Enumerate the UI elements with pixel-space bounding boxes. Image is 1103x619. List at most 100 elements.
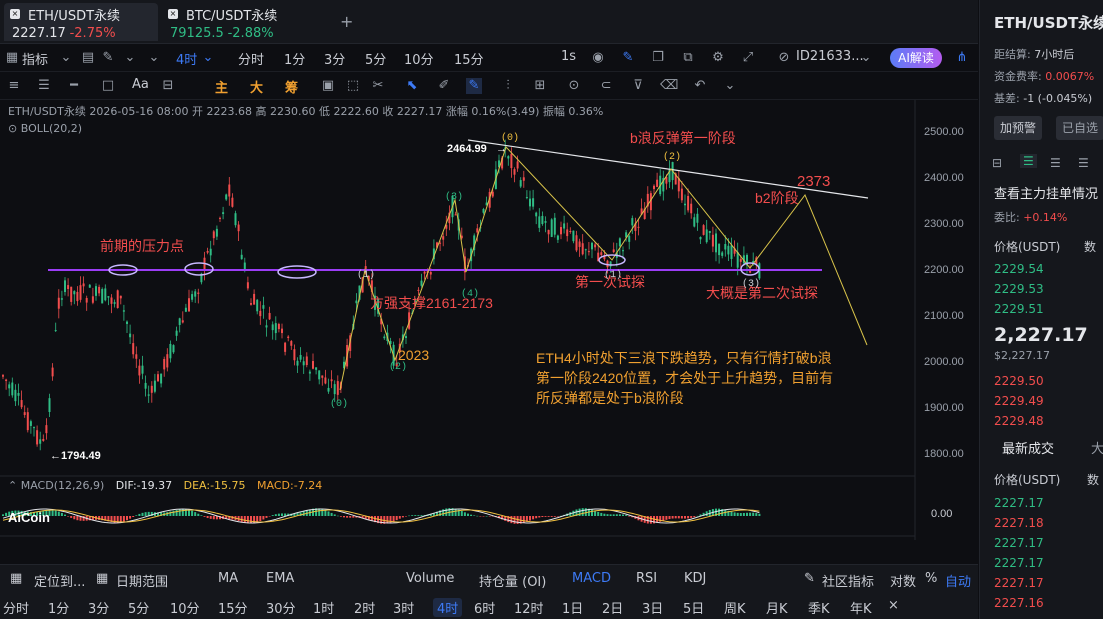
interval-option[interactable]: 12时 bbox=[514, 598, 544, 617]
interval-1s[interactable]: 1s bbox=[561, 49, 576, 64]
draw-icon[interactable]: ✎ bbox=[100, 50, 116, 66]
interval-10m[interactable]: 10分 bbox=[404, 49, 434, 68]
community-indicator-button[interactable]: 社区指标 bbox=[822, 571, 874, 590]
interval-option[interactable]: 1日 bbox=[562, 598, 583, 617]
interval-option[interactable]: 1时 bbox=[313, 598, 334, 617]
pencil-icon[interactable]: ✐ bbox=[436, 78, 452, 94]
percent-scale-toggle[interactable]: % bbox=[925, 571, 937, 586]
orderbook-mode-icon[interactable]: ☰ bbox=[1050, 156, 1061, 170]
account-selector[interactable]: ID21633... bbox=[796, 49, 864, 64]
orderbook-mode-icon[interactable]: ☰ bbox=[1078, 156, 1089, 170]
cursor-icon[interactable]: ⬉ bbox=[404, 78, 420, 94]
interval-option[interactable]: 15分 bbox=[218, 598, 248, 617]
trade-row[interactable]: 2227.16 bbox=[994, 596, 1044, 610]
interval-option[interactable]: 5分 bbox=[128, 598, 149, 617]
trade-row[interactable]: 2227.17 bbox=[994, 536, 1044, 550]
indicator-ma[interactable]: MA bbox=[218, 571, 238, 586]
brush-icon[interactable]: ✎ bbox=[466, 78, 482, 94]
link-icon[interactable]: ⊘ bbox=[776, 50, 792, 66]
interval-option[interactable]: 月K bbox=[766, 598, 788, 617]
tool-icon[interactable]: ⬚ bbox=[345, 78, 361, 94]
share-icon[interactable]: ⋔ bbox=[954, 50, 970, 66]
orderbook-row[interactable]: 2229.50 bbox=[994, 374, 1044, 388]
interval-tick[interactable]: 分时 bbox=[238, 49, 264, 68]
edit-icon[interactable]: ✎ bbox=[804, 571, 815, 586]
interval-option[interactable]: 分时 bbox=[3, 598, 29, 617]
trade-row[interactable]: 2227.17 bbox=[994, 576, 1044, 590]
copy-icon[interactable]: ❐ bbox=[650, 50, 666, 66]
indicator-ema[interactable]: EMA bbox=[266, 571, 294, 586]
orderbook-mode-icon[interactable]: ⊟ bbox=[992, 156, 1002, 170]
indicator-oi[interactable]: 持仓量 (OI) bbox=[479, 571, 546, 590]
indicator-macd[interactable]: MACD bbox=[572, 571, 611, 586]
camera-icon[interactable]: ◉ bbox=[590, 50, 606, 66]
interval-option[interactable]: 周K bbox=[724, 598, 746, 617]
chevron-down-icon[interactable]: ⌄ bbox=[122, 50, 138, 66]
candles-icon[interactable]: ⫶ bbox=[500, 78, 516, 94]
interval-4h-selector[interactable]: 4时 bbox=[176, 49, 197, 68]
orderbook-title[interactable]: 查看主力挂单情况 bbox=[994, 183, 1098, 202]
rectangle-icon[interactable]: □ bbox=[100, 78, 116, 94]
add-alert-button[interactable]: 加预警 bbox=[994, 116, 1042, 140]
indicator-kdj[interactable]: KDJ bbox=[684, 571, 706, 586]
chevron-down-icon[interactable]: ⌄ bbox=[858, 50, 874, 66]
trades-tab-alt[interactable]: 大 bbox=[1091, 438, 1103, 457]
interval-15m[interactable]: 15分 bbox=[454, 49, 484, 68]
orderbook-row[interactable]: 2229.49 bbox=[994, 394, 1044, 408]
big-order-toggle[interactable]: 大 bbox=[250, 77, 263, 96]
ruler-icon[interactable]: ⊟ bbox=[160, 78, 176, 94]
interval-option[interactable]: 30分 bbox=[266, 598, 296, 617]
interval-option[interactable]: 5日 bbox=[683, 598, 704, 617]
candlestick-chart[interactable]: 2500.00 2400.00 2300.00 2200.00 2100.00 2000.… bbox=[0, 100, 978, 540]
trade-row[interactable]: 2227.18 bbox=[994, 516, 1044, 530]
boll-indicator-label[interactable]: ⊙ BOLL(20,2) bbox=[8, 122, 82, 135]
filter-icon[interactable]: ⊽ bbox=[630, 78, 646, 94]
interval-5m[interactable]: 5分 bbox=[365, 49, 386, 68]
calendar-icon[interactable]: ▦ bbox=[96, 571, 108, 586]
indicator-rsi[interactable]: RSI bbox=[636, 571, 657, 586]
interval-option[interactable]: 3时 bbox=[393, 598, 414, 617]
chevron-down-icon[interactable]: ⌄ bbox=[200, 50, 216, 66]
lock-icon[interactable]: ⊞ bbox=[532, 78, 548, 94]
interval-option[interactable]: 4时 bbox=[433, 598, 463, 617]
orderbook-row[interactable]: 2229.53 bbox=[994, 282, 1044, 296]
hide-icon[interactable]: ⊙ bbox=[566, 78, 582, 94]
pen-icon[interactable]: ✎ bbox=[620, 50, 636, 66]
interval-option[interactable]: 6时 bbox=[474, 598, 495, 617]
layers-icon[interactable]: ⧉ bbox=[680, 50, 696, 66]
tab-btc[interactable]: × BTC/USDT永续 79125.5 -2.88% bbox=[162, 3, 332, 41]
indicator-volume[interactable]: Volume bbox=[406, 571, 454, 586]
date-range-button[interactable]: 日期范围 bbox=[116, 571, 168, 590]
lines-icon[interactable]: ☰ bbox=[36, 78, 52, 94]
undo-icon[interactable]: ↶ bbox=[692, 78, 708, 94]
indicator-button[interactable]: 指标 bbox=[22, 49, 48, 68]
macd-indicator-label[interactable]: ⌃ MACD(12,26,9) DIF:-19.37 DEA:-15.75 MA… bbox=[8, 479, 322, 492]
interval-3m[interactable]: 3分 bbox=[324, 49, 345, 68]
chip-toggle[interactable]: 筹 bbox=[285, 77, 298, 96]
hamburger-icon[interactable]: ≡ bbox=[6, 78, 22, 94]
expand-icon[interactable]: ⤢ bbox=[740, 50, 756, 66]
tab-eth[interactable]: × ETH/USDT永续 2227.17 -2.75% bbox=[4, 3, 158, 41]
favorite-button[interactable]: 已自选 bbox=[1056, 116, 1103, 140]
text-tool[interactable]: Aa bbox=[132, 77, 149, 92]
log-scale-toggle[interactable]: 对数 bbox=[890, 571, 916, 590]
gear-icon[interactable]: ⚙ bbox=[710, 50, 726, 66]
orderbook-row[interactable]: 2229.54 bbox=[994, 262, 1044, 276]
orderbook-mode-icon[interactable]: ☰ bbox=[1020, 154, 1037, 168]
auto-scale-toggle[interactable]: 自动 bbox=[945, 571, 971, 590]
grid-icon[interactable]: ▦ bbox=[4, 50, 20, 66]
interval-option[interactable]: 年K bbox=[850, 598, 872, 617]
chevron-down-icon[interactable]: ⌄ bbox=[146, 50, 162, 66]
ai-interpret-button[interactable]: AI解读 bbox=[890, 48, 942, 68]
locate-button[interactable]: 定位到... bbox=[34, 571, 85, 590]
clipboard-icon[interactable]: ▣ bbox=[320, 78, 336, 94]
main-chart-toggle[interactable]: 主 bbox=[215, 77, 228, 96]
chevron-down-icon[interactable]: ⌄ bbox=[722, 78, 738, 94]
interval-option[interactable]: 3日 bbox=[642, 598, 663, 617]
close-icon[interactable]: × bbox=[10, 9, 20, 19]
calendar-icon[interactable]: ▦ bbox=[10, 571, 22, 586]
trade-row[interactable]: 2227.17 bbox=[994, 556, 1044, 570]
interval-option[interactable]: 2日 bbox=[602, 598, 623, 617]
interval-option[interactable]: 10分 bbox=[170, 598, 200, 617]
interval-1m[interactable]: 1分 bbox=[284, 49, 305, 68]
